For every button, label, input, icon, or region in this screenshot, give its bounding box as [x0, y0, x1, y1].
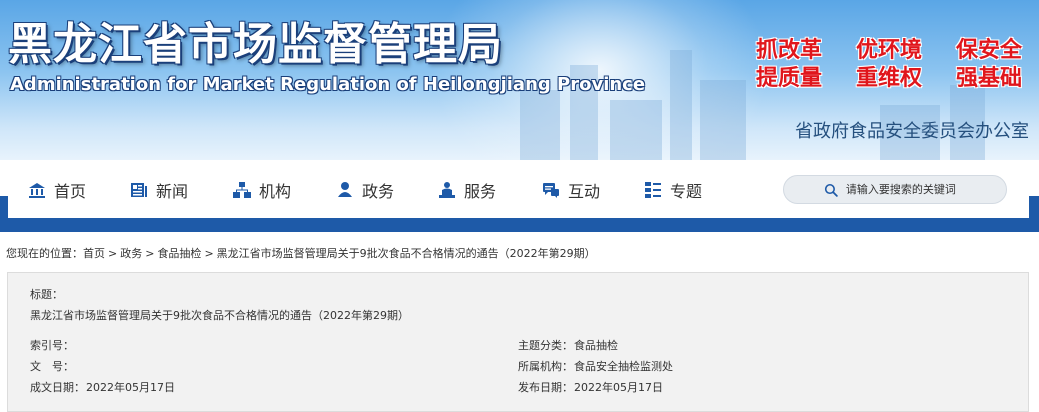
category-label: 主题分类：: [518, 339, 573, 352]
banner-building: [700, 80, 746, 160]
nav-item-news[interactable]: 新闻: [130, 178, 188, 202]
service-icon: [439, 182, 455, 198]
nav-label: 专题: [670, 182, 703, 201]
nav-label: 政务: [362, 182, 395, 201]
slogan: 强基础: [956, 66, 1023, 91]
breadcrumb-separator: >: [145, 247, 155, 260]
banner-building: [610, 100, 662, 160]
document-info-panel: 标题： 黑龙江省市场监督管理局关于9批次食品不合格情况的通告（2022年第29期…: [7, 272, 1029, 412]
nav-label: 互动: [568, 182, 601, 201]
title-value: 黑龙江省市场监督管理局关于9批次食品不合格情况的通告（2022年第29期）: [30, 309, 409, 322]
site-banner: 黑龙江省市场监督管理局 Administration for Market Re…: [0, 0, 1039, 160]
nav-border-left: [0, 196, 8, 218]
search-icon[interactable]: [824, 183, 838, 197]
site-title: 黑龙江省市场监督管理局: [8, 19, 503, 70]
nav-item-interaction[interactable]: 互动: [542, 178, 600, 202]
nav-label: 首页: [54, 182, 87, 201]
nav-item-topics[interactable]: 专题: [644, 178, 702, 202]
breadcrumb-home[interactable]: 首页: [83, 247, 105, 260]
category-value: 食品抽检: [574, 339, 618, 352]
nav-border-right: [1029, 196, 1039, 218]
home-icon: [29, 183, 45, 198]
nav-label: 新闻: [156, 182, 189, 201]
date-written-value: 2022年05月17日: [86, 381, 175, 394]
nav-bottom-bar: [0, 218, 1039, 232]
banner-building: [520, 90, 560, 160]
nav-item-government[interactable]: 政务: [336, 178, 394, 202]
breadcrumb-government[interactable]: 政务: [120, 247, 142, 260]
newspaper-icon: [131, 183, 147, 197]
date-written-label: 成文日期：: [30, 381, 85, 394]
nav-item-service[interactable]: 服务: [438, 178, 496, 202]
nav-item-organization[interactable]: 机构: [233, 178, 291, 202]
index-number-label: 索引号：: [30, 339, 74, 352]
office-name: 省政府食品安全委员会办公室: [795, 121, 1029, 142]
nav-label: 机构: [259, 182, 292, 201]
slogan: 提质量: [756, 66, 823, 91]
document-number-label: 文 号：: [30, 360, 74, 373]
breadcrumb-current[interactable]: 黑龙江省市场监督管理局关于9批次食品不合格情况的通告（2022年第29期）: [217, 247, 596, 260]
breadcrumb-separator: >: [108, 247, 118, 260]
breadcrumb-food-inspection[interactable]: 食品抽检: [157, 247, 201, 260]
topic-icon: [645, 182, 661, 198]
organization-label: 所属机构：: [518, 360, 573, 373]
organization-value: 食品安全抽检监测处: [574, 360, 673, 373]
breadcrumb-separator: >: [204, 247, 214, 260]
title-label: 标题：: [30, 288, 63, 301]
breadcrumb: 您现在的位置：首页 > 政务 > 食品抽检 > 黑龙江省市场监督管理局关于9批次食品不合格情…: [6, 245, 596, 261]
person-icon: [338, 182, 352, 197]
publish-date-value: 2022年05月17日: [574, 381, 663, 394]
slogan: 重维权: [856, 66, 923, 91]
search-box[interactable]: [783, 175, 1007, 204]
banner-building: [670, 50, 692, 160]
chat-icon: [543, 183, 559, 198]
search-input[interactable]: [843, 182, 1006, 197]
org-chart-icon: [233, 182, 251, 198]
site-title-english: Administration for Market Regulation of …: [10, 74, 646, 95]
publish-date-label: 发布日期：: [518, 381, 573, 394]
breadcrumb-prefix: 您现在的位置：: [6, 247, 83, 260]
nav-label: 服务: [464, 182, 497, 201]
nav-item-home[interactable]: 首页: [28, 178, 86, 202]
